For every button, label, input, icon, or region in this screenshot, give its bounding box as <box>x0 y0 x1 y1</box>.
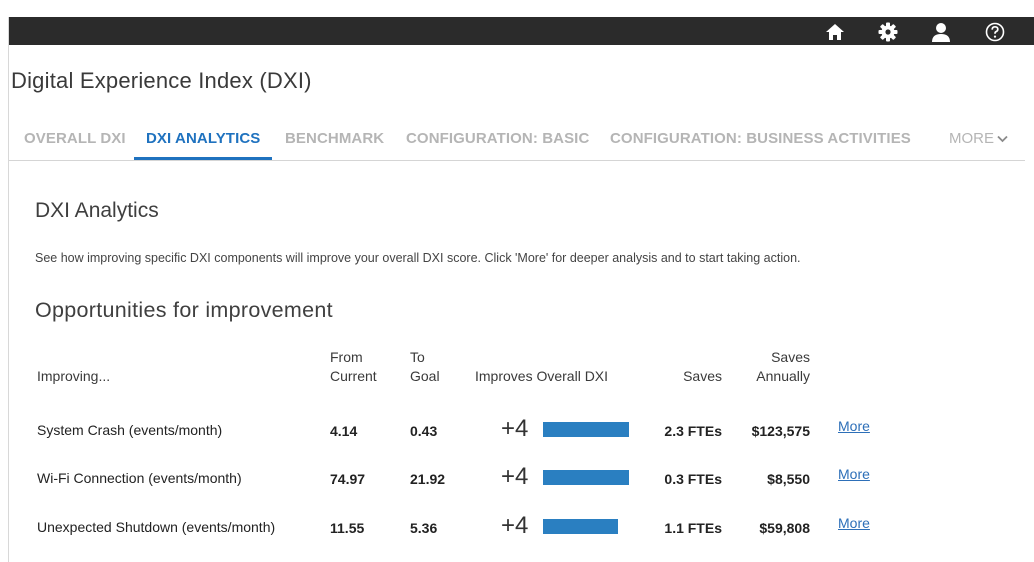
row-improves-bar <box>543 519 618 534</box>
header-saves-annually-line1: Saves <box>771 349 810 365</box>
row-from-current: 4.14 <box>330 423 358 439</box>
row-component: System Crash (events/month) <box>37 422 223 438</box>
row-improves-value: +4 <box>501 415 529 442</box>
header-saves-annually: Saves Annually <box>730 348 810 386</box>
row-more-link[interactable]: More <box>838 466 870 482</box>
row-to-goal: 0.43 <box>410 423 438 439</box>
row-saves: 0.3 FTEs <box>664 471 722 487</box>
header-to-line1: To <box>410 349 425 365</box>
row-saves-annually: $8,550 <box>767 471 810 487</box>
header-from-line1: From <box>330 349 363 365</box>
help-icon[interactable] <box>984 21 1006 43</box>
tab-more-label: MORE <box>949 130 994 147</box>
row-from-current: 11.55 <box>330 520 365 536</box>
header-from-current: From Current <box>330 348 377 386</box>
row-improves-value: +4 <box>501 463 529 490</box>
row-from-current: 74.97 <box>330 471 366 487</box>
row-saves: 2.3 FTEs <box>664 423 722 439</box>
chevron-down-icon <box>997 130 1008 147</box>
header-saves: Saves <box>683 368 722 384</box>
row-improves-bar <box>543 422 629 437</box>
app-title: Digital Experience Index (DXI) <box>11 68 312 93</box>
row-saves-annually: $59,808 <box>759 520 810 536</box>
row-component: Wi-Fi Connection (events/month) <box>37 470 242 486</box>
top-navigation-bar <box>9 17 1034 45</box>
user-icon[interactable] <box>930 21 952 43</box>
opportunities-title: Opportunities for improvement <box>35 298 333 322</box>
row-improves-bar <box>543 470 629 485</box>
row-to-goal: 21.92 <box>410 471 446 487</box>
section-title: DXI Analytics <box>35 199 159 222</box>
header-improving: Improving... <box>37 368 111 384</box>
tab-configuration-basic[interactable]: CONFIGURATION: BASIC <box>406 130 589 147</box>
row-saves-annually: $123,575 <box>751 423 810 439</box>
tab-more[interactable]: MORE <box>949 130 1008 147</box>
header-to-goal: To Goal <box>410 348 440 386</box>
tab-bar: OVERALL DXI DXI ANALYTICS BENCHMARK CONF… <box>24 130 1010 160</box>
tab-dxi-analytics[interactable]: DXI ANALYTICS <box>146 130 260 147</box>
row-component: Unexpected Shutdown (events/month) <box>37 519 276 535</box>
header-saves-annually-line2: Annually <box>756 368 810 384</box>
tab-benchmark[interactable]: BENCHMARK <box>285 130 384 147</box>
row-to-goal: 5.36 <box>410 520 438 536</box>
row-saves: 1.1 FTEs <box>664 520 722 536</box>
row-more-link[interactable]: More <box>838 515 870 531</box>
tab-configuration-business-activities[interactable]: CONFIGURATION: BUSINESS ACTIVITIES <box>610 130 911 147</box>
header-improves-overall-dxi: Improves Overall DXI <box>475 368 609 384</box>
row-more-link[interactable]: More <box>838 418 870 434</box>
row-improves-value: +4 <box>501 512 529 539</box>
home-icon[interactable] <box>824 21 846 43</box>
header-to-line2: Goal <box>410 368 440 384</box>
tab-divider <box>9 160 1025 161</box>
section-description: See how improving specific DXI component… <box>35 251 801 265</box>
header-from-line2: Current <box>330 368 377 384</box>
gear-icon[interactable] <box>877 21 899 43</box>
tab-overall-dxi[interactable]: OVERALL DXI <box>24 130 126 147</box>
left-border <box>8 17 9 562</box>
